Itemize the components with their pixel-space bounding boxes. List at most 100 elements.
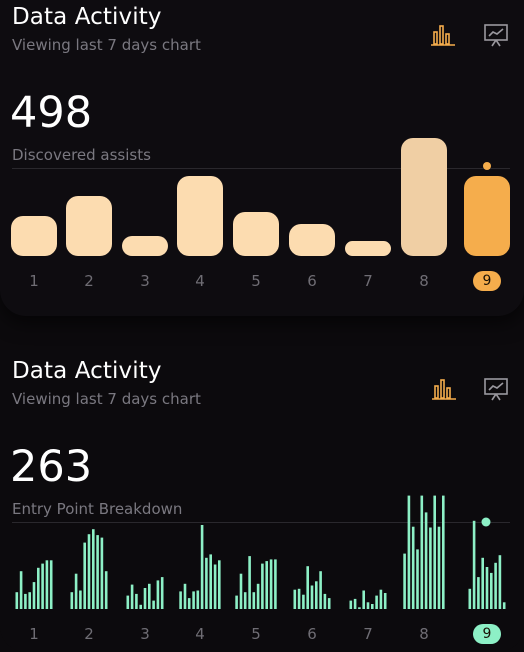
activity-card-2: Data Activity Viewing last 7 days chart … xyxy=(0,346,524,652)
chart-bar xyxy=(152,600,155,609)
chart-bar[interactable] xyxy=(66,196,112,256)
chart-bar xyxy=(148,583,151,609)
chart-bar xyxy=(256,583,260,609)
chart-bar xyxy=(442,495,445,609)
x-label[interactable]: 8 xyxy=(419,625,429,643)
chart-bar xyxy=(96,535,99,609)
x-label[interactable]: 1 xyxy=(29,272,39,290)
chart-bar xyxy=(92,529,95,609)
x-label[interactable]: 7 xyxy=(363,272,373,290)
chart-bar xyxy=(79,590,82,609)
chart-bar xyxy=(87,534,91,609)
x-label[interactable]: 5 xyxy=(251,272,261,290)
chart-bar xyxy=(297,588,301,609)
chart-bar xyxy=(83,542,86,609)
chart-bar[interactable] xyxy=(289,224,335,256)
chart-bar xyxy=(143,588,147,609)
chart-bar[interactable] xyxy=(464,176,510,256)
x-label[interactable]: 6 xyxy=(307,272,317,290)
activity-card-1: Data Activity Viewing last 7 days chart … xyxy=(0,0,524,316)
chart-bar xyxy=(407,495,411,609)
chart-bar xyxy=(74,573,78,609)
chart-bar xyxy=(24,593,27,609)
chart-bar xyxy=(424,512,428,609)
selected-marker xyxy=(481,517,491,527)
x-label[interactable]: 3 xyxy=(140,625,150,643)
x-label-selected[interactable]: 9 xyxy=(473,271,501,291)
chart-bar xyxy=(366,602,370,609)
chart-bar xyxy=(126,595,130,609)
chart-bar xyxy=(411,526,415,609)
chart-bar xyxy=(139,604,142,609)
bar-chart xyxy=(11,138,510,256)
x-label[interactable]: 8 xyxy=(419,272,429,290)
chart-bar[interactable] xyxy=(233,212,279,256)
chart-bar xyxy=(416,549,419,609)
chart-bar xyxy=(502,602,506,609)
chart-bar xyxy=(362,590,365,609)
chart-bar[interactable] xyxy=(177,176,223,256)
chart-bar xyxy=(45,560,49,609)
chart-bar xyxy=(420,495,424,609)
chart-bar xyxy=(437,526,441,609)
chart-bar xyxy=(498,555,502,609)
chart-bar xyxy=(375,595,378,609)
chart-bar xyxy=(349,600,353,609)
chart-bar xyxy=(261,563,264,609)
chart-bar[interactable] xyxy=(345,241,391,256)
chart-bar xyxy=(156,580,160,609)
x-label[interactable]: 7 xyxy=(363,625,373,643)
chart-bar xyxy=(319,571,322,609)
chart-bar xyxy=(183,583,187,609)
chart-bar xyxy=(269,559,273,609)
x-label[interactable]: 6 xyxy=(307,625,317,643)
bar-chart xyxy=(15,495,506,609)
chart-bar xyxy=(429,527,432,609)
chart-bar xyxy=(196,590,200,609)
chart-bar xyxy=(327,598,331,609)
chart-bar xyxy=(104,571,108,609)
chart-bar xyxy=(490,572,493,609)
chart-bar xyxy=(494,562,497,609)
x-label[interactable]: 4 xyxy=(195,625,205,643)
chart-bar xyxy=(130,584,134,609)
x-label-selected[interactable]: 9 xyxy=(473,624,501,644)
chart-bar xyxy=(306,566,309,609)
chart-bar xyxy=(235,595,238,609)
chart-bar xyxy=(481,557,484,609)
chart-bar[interactable] xyxy=(11,216,57,256)
x-label[interactable]: 2 xyxy=(84,625,94,643)
chart-bar xyxy=(433,495,436,609)
selected-marker xyxy=(483,162,491,170)
chart-bar xyxy=(160,577,164,609)
chart-bar xyxy=(243,592,247,609)
chart-bar xyxy=(209,554,212,609)
chart-bar xyxy=(28,592,31,609)
chart-bar xyxy=(302,594,305,609)
chart-bar xyxy=(37,567,40,609)
chart-bar xyxy=(100,537,104,609)
chart-bar xyxy=(239,573,243,609)
x-label[interactable]: 4 xyxy=(195,272,205,290)
chart-bar xyxy=(252,592,256,609)
chart-bar xyxy=(200,525,204,609)
x-label[interactable]: 1 xyxy=(29,625,39,643)
chart-bar xyxy=(213,564,217,609)
chart-bar xyxy=(383,593,387,609)
chart-bar[interactable] xyxy=(401,138,447,256)
chart-bar xyxy=(135,593,138,609)
x-label[interactable]: 3 xyxy=(140,272,150,290)
chart-bar xyxy=(310,585,314,609)
chart-bar xyxy=(371,604,374,609)
chart-bar xyxy=(293,589,297,609)
chart-bar[interactable] xyxy=(122,236,168,256)
chart-bar xyxy=(205,557,208,609)
x-label[interactable]: 5 xyxy=(251,625,261,643)
x-label[interactable]: 2 xyxy=(84,272,94,290)
chart-bar xyxy=(315,581,318,609)
chart-bar xyxy=(379,589,383,609)
chart-bar xyxy=(32,582,36,609)
chart-bar xyxy=(485,567,489,609)
chart-bar xyxy=(477,577,480,609)
chart-bar xyxy=(353,598,357,609)
